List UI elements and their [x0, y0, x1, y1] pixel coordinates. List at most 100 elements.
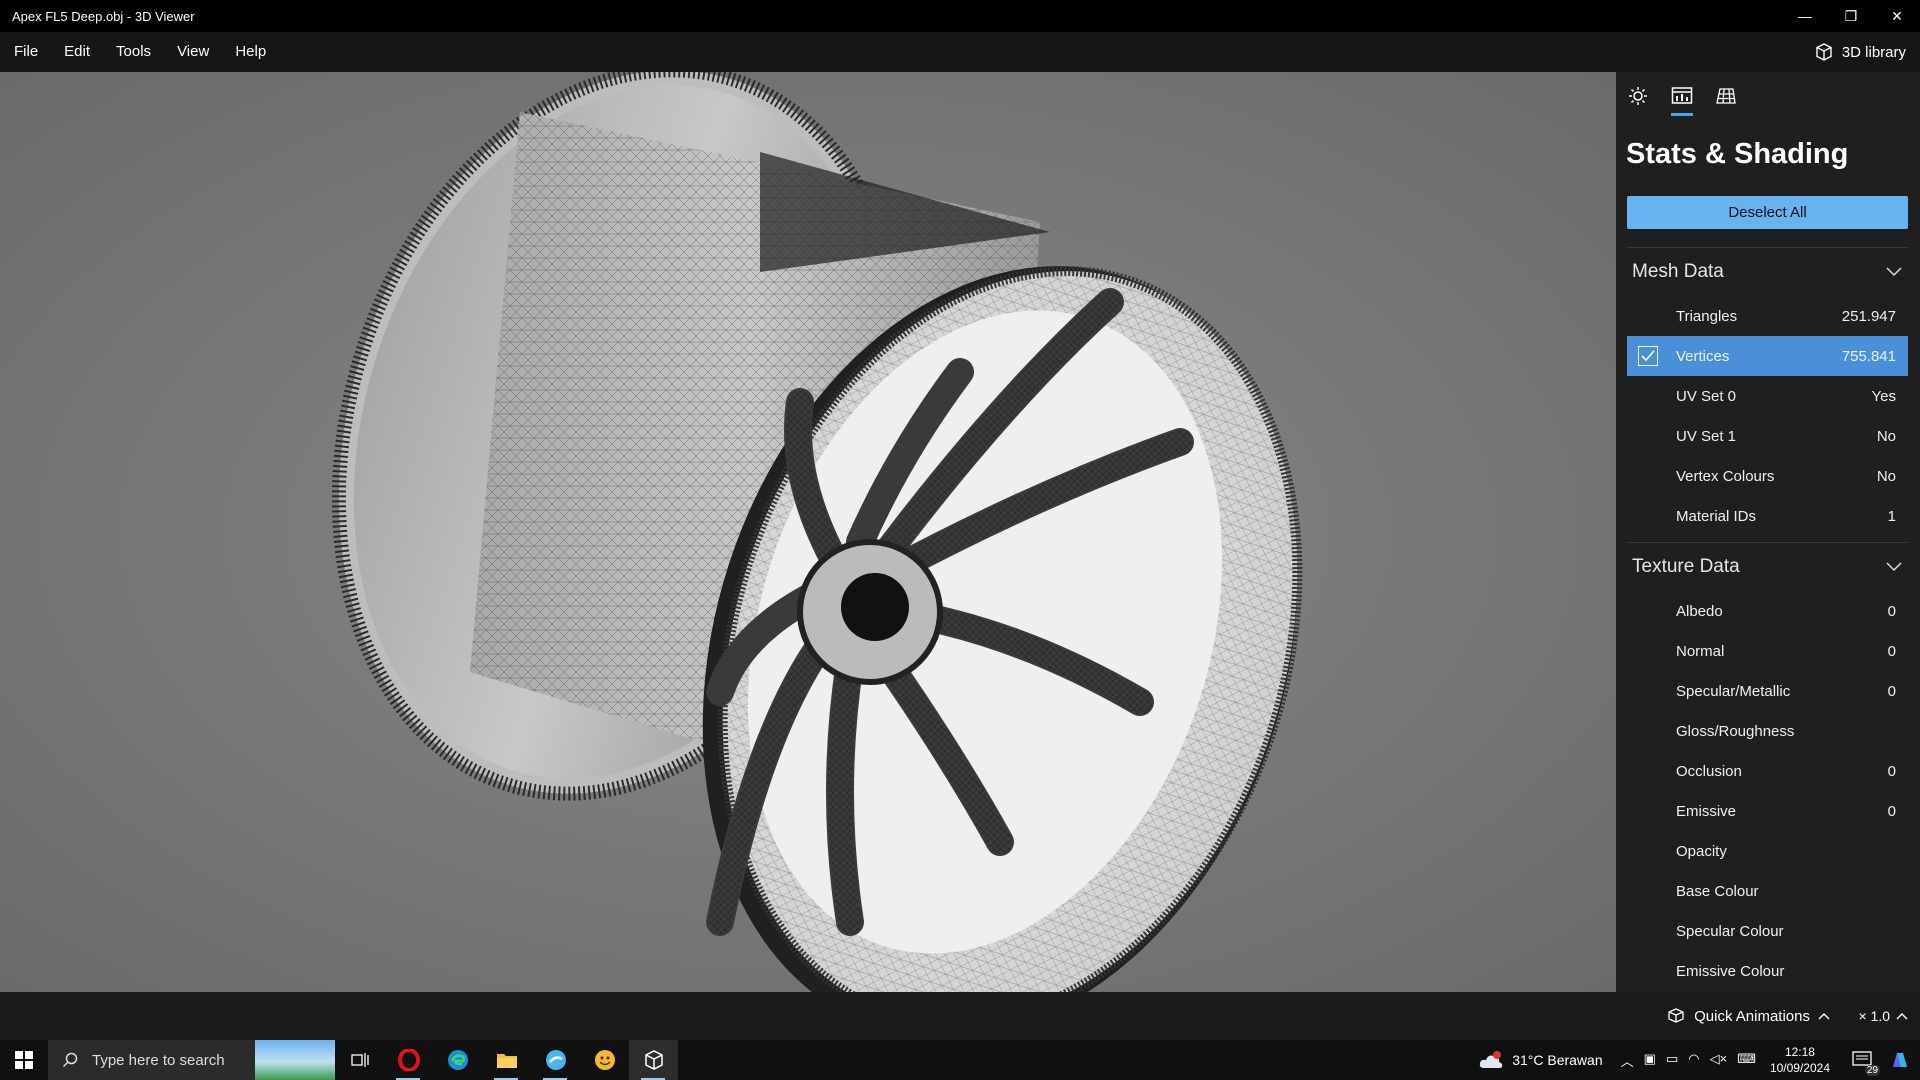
mesh-data-list: Triangles 251.947 Vertices 755.841 UV Set 0 Y…	[1616, 296, 1920, 536]
taskbar-3d-viewer[interactable]	[629, 1040, 678, 1080]
opera-icon	[397, 1049, 420, 1071]
menu-tools[interactable]: Tools	[104, 32, 163, 72]
battery-icon[interactable]: ▭	[1666, 1051, 1678, 1070]
texture-data-header[interactable]: Texture Data	[1616, 543, 1920, 591]
texture-row[interactable]: Emissive 0	[1627, 791, 1908, 831]
mesh-row-label: Triangles	[1676, 307, 1738, 325]
tray-icons: ︿ ▣ ▭ ◠ ◁× ⌨	[1621, 1051, 1756, 1070]
texture-row[interactable]: Gloss/Roughness	[1627, 711, 1908, 751]
notification-center-button[interactable]: 29	[1844, 1040, 1880, 1080]
quick-animations-button[interactable]: Quick Animations	[1666, 992, 1830, 1040]
search-icon	[62, 1052, 78, 1068]
mesh-row[interactable]: UV Set 0 Yes	[1627, 376, 1908, 416]
texture-row-value: 0	[1887, 642, 1896, 660]
texture-row-label: Emissive Colour	[1676, 962, 1785, 980]
speed-selector[interactable]: × 1.0	[1858, 992, 1908, 1040]
panel-title: Stats & Shading	[1626, 138, 1849, 170]
emoji-app-icon	[594, 1050, 615, 1070]
window-title: Apex FL5 Deep.obj - 3D Viewer	[12, 8, 195, 24]
stats-icon	[1671, 87, 1693, 104]
status-bar: Quick Animations × 1.0	[0, 992, 1920, 1040]
texture-row[interactable]: Opacity	[1627, 831, 1908, 871]
mesh-row-value: 251.947	[1841, 307, 1896, 325]
mesh-row-label: Vertices	[1676, 347, 1730, 365]
task-view-button[interactable]	[335, 1040, 384, 1080]
mesh-row[interactable]: Material IDs 1	[1627, 496, 1908, 536]
copilot-button[interactable]	[1880, 1040, 1920, 1080]
task-view-icon	[350, 1053, 369, 1067]
chevron-down-icon	[1886, 562, 1902, 572]
texture-row-label: Gloss/Roughness	[1676, 722, 1795, 740]
start-button[interactable]	[0, 1040, 48, 1080]
menu-file[interactable]: File	[2, 32, 50, 72]
texture-row-label: Specular/Metallic	[1676, 682, 1791, 700]
app-blue-icon	[545, 1050, 566, 1070]
edge-icon	[447, 1050, 468, 1070]
taskbar-file-explorer[interactable]	[482, 1040, 531, 1080]
lighting-tab[interactable]	[1626, 86, 1650, 118]
clock-time: 12:18	[1784, 1045, 1815, 1059]
mesh-row[interactable]: UV Set 1 No	[1627, 416, 1908, 456]
grid-icon	[1716, 88, 1736, 104]
mesh-row-value: No	[1876, 427, 1896, 445]
deselect-all-button[interactable]: Deselect All	[1627, 196, 1908, 229]
menu-edit[interactable]: Edit	[52, 32, 102, 72]
volume-icon[interactable]: ◁×	[1710, 1051, 1728, 1070]
clock-date: 10/09/2024	[1769, 1061, 1830, 1075]
keyboard-icon[interactable]: ⌨	[1737, 1051, 1756, 1070]
texture-row-label: Base Colour	[1676, 882, 1759, 900]
3d-library-label: 3D library	[1841, 43, 1906, 61]
texture-row[interactable]: Occlusion 0	[1627, 751, 1908, 791]
cloud-icon	[1480, 1051, 1503, 1068]
3d-viewer-icon	[644, 1050, 663, 1070]
weather-widget[interactable]: 31°C Berawan	[1478, 1050, 1603, 1070]
stats-shading-panel: Stats & Shading Deselect All Mesh Data T…	[1616, 72, 1920, 992]
texture-row-value: 0	[1887, 802, 1896, 820]
taskbar-app-blue[interactable]	[531, 1040, 580, 1080]
3d-viewport[interactable]	[0, 72, 1616, 992]
taskbar-opera[interactable]	[384, 1040, 433, 1080]
texture-row[interactable]: Albedo 0	[1627, 591, 1908, 631]
texture-row[interactable]: Normal 0	[1627, 631, 1908, 671]
texture-row-label: Opacity	[1676, 842, 1727, 860]
wifi-icon[interactable]: ◠	[1688, 1051, 1699, 1070]
menu-view[interactable]: View	[165, 32, 221, 72]
sun-icon	[1629, 87, 1647, 105]
mesh-row[interactable]: Triangles 251.947	[1627, 296, 1908, 336]
quick-animations-label: Quick Animations	[1694, 1007, 1810, 1025]
copilot-icon	[1893, 1053, 1907, 1067]
mesh-data-label: Mesh Data	[1632, 261, 1724, 282]
taskbar-edge[interactable]	[433, 1040, 482, 1080]
checkbox-checked-icon[interactable]	[1638, 346, 1658, 366]
texture-row[interactable]: Specular Colour	[1627, 911, 1908, 951]
search-placeholder: Type here to search	[92, 1051, 225, 1069]
speed-label: × 1.0	[1858, 1008, 1890, 1024]
clock[interactable]: 12:18 10/09/2024	[1770, 1044, 1830, 1076]
restore-button[interactable]: ❐	[1828, 0, 1874, 32]
grid-tab[interactable]	[1714, 86, 1738, 118]
system-tray: 31°C Berawan ︿ ▣ ▭ ◠ ◁× ⌨ 12:18 10/09/20…	[1478, 1040, 1920, 1080]
mesh-row[interactable]: Vertex Colours No	[1627, 456, 1908, 496]
mesh-row-label: Material IDs	[1676, 507, 1757, 525]
mesh-data-header[interactable]: Mesh Data	[1616, 248, 1920, 296]
chevron-up-icon[interactable]: ︿	[1621, 1051, 1634, 1070]
mesh-row[interactable]: Vertices 755.841	[1627, 336, 1908, 376]
texture-row-label: Albedo	[1676, 602, 1723, 620]
mesh-row-label: Vertex Colours	[1676, 467, 1775, 485]
texture-row[interactable]: Emissive Colour	[1627, 951, 1908, 991]
texture-row[interactable]: Specular/Metallic 0	[1627, 671, 1908, 711]
texture-row-label: Specular Colour	[1676, 922, 1784, 940]
3d-library-button[interactable]: 3D library	[1814, 32, 1906, 72]
windows-icon	[15, 1051, 33, 1069]
minimize-button[interactable]: —	[1782, 0, 1828, 32]
texture-row-value: 0	[1887, 762, 1896, 780]
meet-now-icon[interactable]: ▣	[1644, 1051, 1656, 1070]
folder-icon	[496, 1054, 517, 1068]
stats-tab[interactable]	[1670, 86, 1694, 118]
taskbar-search[interactable]: Type here to search	[48, 1040, 335, 1080]
texture-row[interactable]: Base Colour	[1627, 871, 1908, 911]
mesh-row-label: UV Set 1	[1676, 427, 1737, 445]
close-button[interactable]: ✕	[1874, 0, 1920, 32]
menu-help[interactable]: Help	[223, 32, 278, 72]
taskbar-app-emoji[interactable]	[580, 1040, 629, 1080]
